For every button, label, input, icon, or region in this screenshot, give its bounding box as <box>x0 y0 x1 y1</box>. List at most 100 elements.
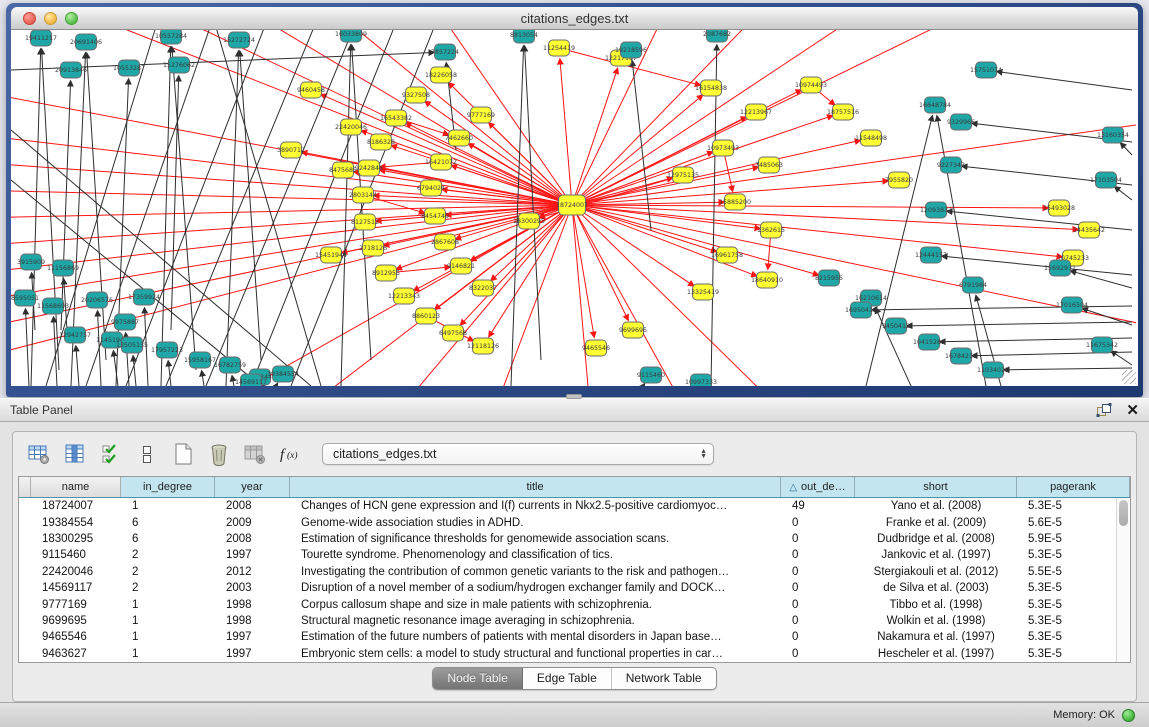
graph-node[interactable]: 15272724 <box>223 32 255 48</box>
graph-node[interactable]: 18226058 <box>425 67 457 83</box>
graph-node[interactable]: 22420046 <box>335 119 367 135</box>
graph-node[interactable]: 15451944 <box>315 247 347 263</box>
graph-node[interactable]: 9327508 <box>402 87 430 103</box>
graph-node[interactable]: 6794024 <box>417 180 445 196</box>
graph-node[interactable]: 8127512 <box>351 214 379 230</box>
graph-node[interactable]: 16154838 <box>695 80 727 96</box>
graph-node[interactable]: 9975887 <box>111 314 139 330</box>
column-header-out_de[interactable]: △out_de… <box>781 477 855 497</box>
graph-node[interactable]: 10973493 <box>707 140 739 156</box>
graph-node[interactable]: 12444157 <box>915 247 947 263</box>
graph-node[interactable]: 20913846 <box>55 62 87 78</box>
table-row[interactable]: 911546021997Tourette syndrome. Phenomeno… <box>19 547 1116 563</box>
graph-node[interactable]: 13325419 <box>687 284 719 300</box>
vertical-scrollbar[interactable] <box>1116 498 1130 662</box>
graph-node[interactable]: 11254419 <box>543 40 575 56</box>
new-table-icon[interactable] <box>170 442 196 466</box>
select-columns-icon[interactable] <box>98 442 124 466</box>
table-row[interactable]: 946362711997Embryonic stem cells: a mode… <box>19 646 1116 662</box>
graph-node[interactable]: 16421072 <box>425 154 457 170</box>
table-row[interactable]: 946554611997Estimation of the future num… <box>19 629 1116 645</box>
table-row[interactable]: 977716911998Corpus callosum shape and si… <box>19 596 1116 612</box>
window-titlebar[interactable]: citations_edges.txt <box>11 7 1138 30</box>
graph-node[interactable]: 7857224 <box>431 44 459 60</box>
graph-node[interactable]: 8186328 <box>367 134 395 150</box>
column-header-short[interactable]: short <box>855 477 1017 497</box>
graph-node[interactable]: 17103504 <box>1090 172 1122 188</box>
table-row[interactable]: 1872400712008Changes of HCN gene express… <box>19 498 1116 514</box>
graph-node[interactable]: 18640910 <box>751 272 783 288</box>
graph-node[interactable]: 20691406 <box>70 34 102 50</box>
column-header-in_degree[interactable]: in_degree <box>121 477 215 497</box>
graph-node[interactable]: 16648784 <box>919 97 951 113</box>
table-row[interactable]: 2242004622012Investigating the contribut… <box>19 564 1116 580</box>
graph-node[interactable]: 10553287 <box>113 60 145 76</box>
function-builder-icon[interactable]: f(x) <box>278 442 304 466</box>
memory-status-indicator-icon[interactable] <box>1122 709 1135 722</box>
graph-node[interactable]: 15885200 <box>719 194 751 210</box>
graph-node[interactable]: 8595051 <box>11 290 39 306</box>
graph-node[interactable]: 9329966 <box>947 114 975 130</box>
graph-node[interactable]: 8322037 <box>469 280 497 296</box>
table-row[interactable]: 969969511998Structural magnetic resonanc… <box>19 613 1116 629</box>
graph-node[interactable]: 17016504 <box>1056 297 1088 313</box>
graph-node[interactable]: 8454749 <box>421 208 449 224</box>
graph-node[interactable]: 9450412 <box>882 318 910 334</box>
graph-node[interactable]: 12093832 <box>920 202 952 218</box>
resize-grip[interactable] <box>1122 370 1136 384</box>
graph-node[interactable]: 7955820 <box>885 172 913 188</box>
close-panel-icon[interactable]: ✕ <box>1126 403 1139 418</box>
graph-node[interactable]: 8813054 <box>510 30 538 43</box>
graph-node[interactable]: 16784219 <box>945 348 977 364</box>
graph-node[interactable]: 9227343 <box>937 157 965 173</box>
graph-node[interactable]: 9146821 <box>447 258 475 274</box>
table-row[interactable]: 1456911722003Disruption of a novel membe… <box>19 580 1116 596</box>
graph-node[interactable]: 11568693 <box>37 298 69 314</box>
delete-table-icon[interactable] <box>206 442 232 466</box>
graph-node[interactable]: 16033809 <box>335 30 367 42</box>
table-row[interactable]: 1938455462009Genome-wide association stu… <box>19 514 1116 530</box>
graph-node[interactable]: 9460458 <box>297 82 325 98</box>
graph-node[interactable]: 9465546 <box>582 340 610 356</box>
graph-node[interactable]: 9242848 <box>355 160 383 176</box>
column-header-year[interactable]: year <box>215 477 290 497</box>
float-window-icon[interactable] <box>1096 403 1112 417</box>
graph-node[interactable]: 15276062 <box>163 57 195 73</box>
graph-node[interactable]: 18757516 <box>827 104 859 120</box>
graph-node[interactable]: 2718126 <box>359 240 387 256</box>
column-header-title[interactable]: title <box>290 477 781 497</box>
graph-node[interactable]: 19411217 <box>25 30 57 46</box>
tab-node-table[interactable]: Node Table <box>433 668 523 689</box>
table-row[interactable]: 1830029562008Estimation of significance … <box>19 531 1116 547</box>
citation-network-graph[interactable]: 1872400718226058932750816543382818632892… <box>11 30 1136 386</box>
scrollbar-thumb[interactable] <box>1119 500 1128 526</box>
graph-node[interactable]: 7485063 <box>755 157 783 173</box>
graph-node[interactable]: 8860123 <box>412 308 440 324</box>
graph-node[interactable]: 15493028 <box>1043 200 1075 216</box>
column-header-name[interactable]: name <box>31 477 121 497</box>
tab-edge-table[interactable]: Edge Table <box>523 668 612 689</box>
graph-node[interactable]: 9115460 <box>637 367 665 383</box>
graph-node[interactable]: 3890712 <box>277 142 305 158</box>
graph-node[interactable]: 6497568 <box>439 325 467 341</box>
graph-node[interactable]: 9777169 <box>467 107 495 123</box>
tab-network-table[interactable]: Network Table <box>612 668 716 689</box>
graph-node[interactable]: 2087682 <box>703 30 731 42</box>
graph-node[interactable]: 3915909 <box>17 254 45 270</box>
column-visibility-icon[interactable] <box>62 442 88 466</box>
delete-column-icon[interactable] <box>242 442 268 466</box>
graph-node[interactable]: 15751074 <box>970 62 1002 78</box>
graph-node[interactable]: 10557284 <box>155 30 187 44</box>
graph-node[interactable]: 11548498 <box>855 130 887 146</box>
table-selector-dropdown[interactable]: citations_edges.txt ▲▼ <box>322 443 714 465</box>
graph-node[interactable]: 9699695 <box>619 322 647 338</box>
graph-node[interactable]: 1362615 <box>757 222 785 238</box>
table-settings-icon[interactable] <box>26 442 52 466</box>
row-height-icon[interactable] <box>134 442 160 466</box>
hub-graph-node[interactable]: 18724007 <box>556 195 588 215</box>
graph-node[interactable]: 16782759 <box>214 357 246 373</box>
graph-node[interactable]: 15958167 <box>184 352 216 368</box>
graph-node[interactable]: 10415289 <box>913 334 945 350</box>
graph-node[interactable]: 8215955 <box>815 270 843 286</box>
graph-node[interactable]: 6791984 <box>959 277 987 293</box>
